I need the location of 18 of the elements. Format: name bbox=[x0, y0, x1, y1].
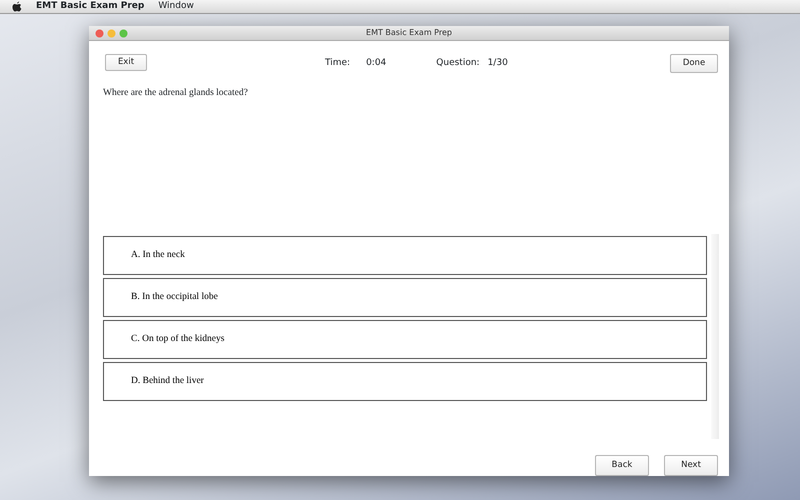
done-button[interactable]: Done bbox=[670, 54, 718, 73]
answer-option[interactable]: C. On top of the kidneys bbox=[103, 320, 707, 360]
answer-option[interactable]: A. In the neck bbox=[103, 236, 707, 276]
time-value: 0:04 bbox=[366, 56, 386, 70]
menu-item[interactable]: Window bbox=[158, 0, 194, 14]
window-controls-icon[interactable] bbox=[95, 29, 129, 38]
menu-app-name[interactable]: EMT Basic Exam Prep bbox=[36, 0, 144, 14]
exit-button[interactable]: Exit bbox=[105, 54, 147, 71]
question-number: 1/30 bbox=[488, 56, 508, 70]
window-title: EMT Basic Exam Prep bbox=[366, 26, 452, 39]
back-button[interactable]: Back bbox=[595, 455, 649, 476]
next-button[interactable]: Next bbox=[664, 455, 718, 476]
question-text: Where are the adrenal glands located? bbox=[102, 87, 249, 100]
time-label: Time: bbox=[325, 56, 350, 70]
answer-option[interactable]: D. Behind the liver bbox=[103, 362, 707, 402]
answer-option[interactable]: B. In the occipital lobe bbox=[103, 278, 707, 318]
apple-logo-icon[interactable] bbox=[12, 1, 22, 12]
question-label: Question: bbox=[436, 56, 480, 70]
